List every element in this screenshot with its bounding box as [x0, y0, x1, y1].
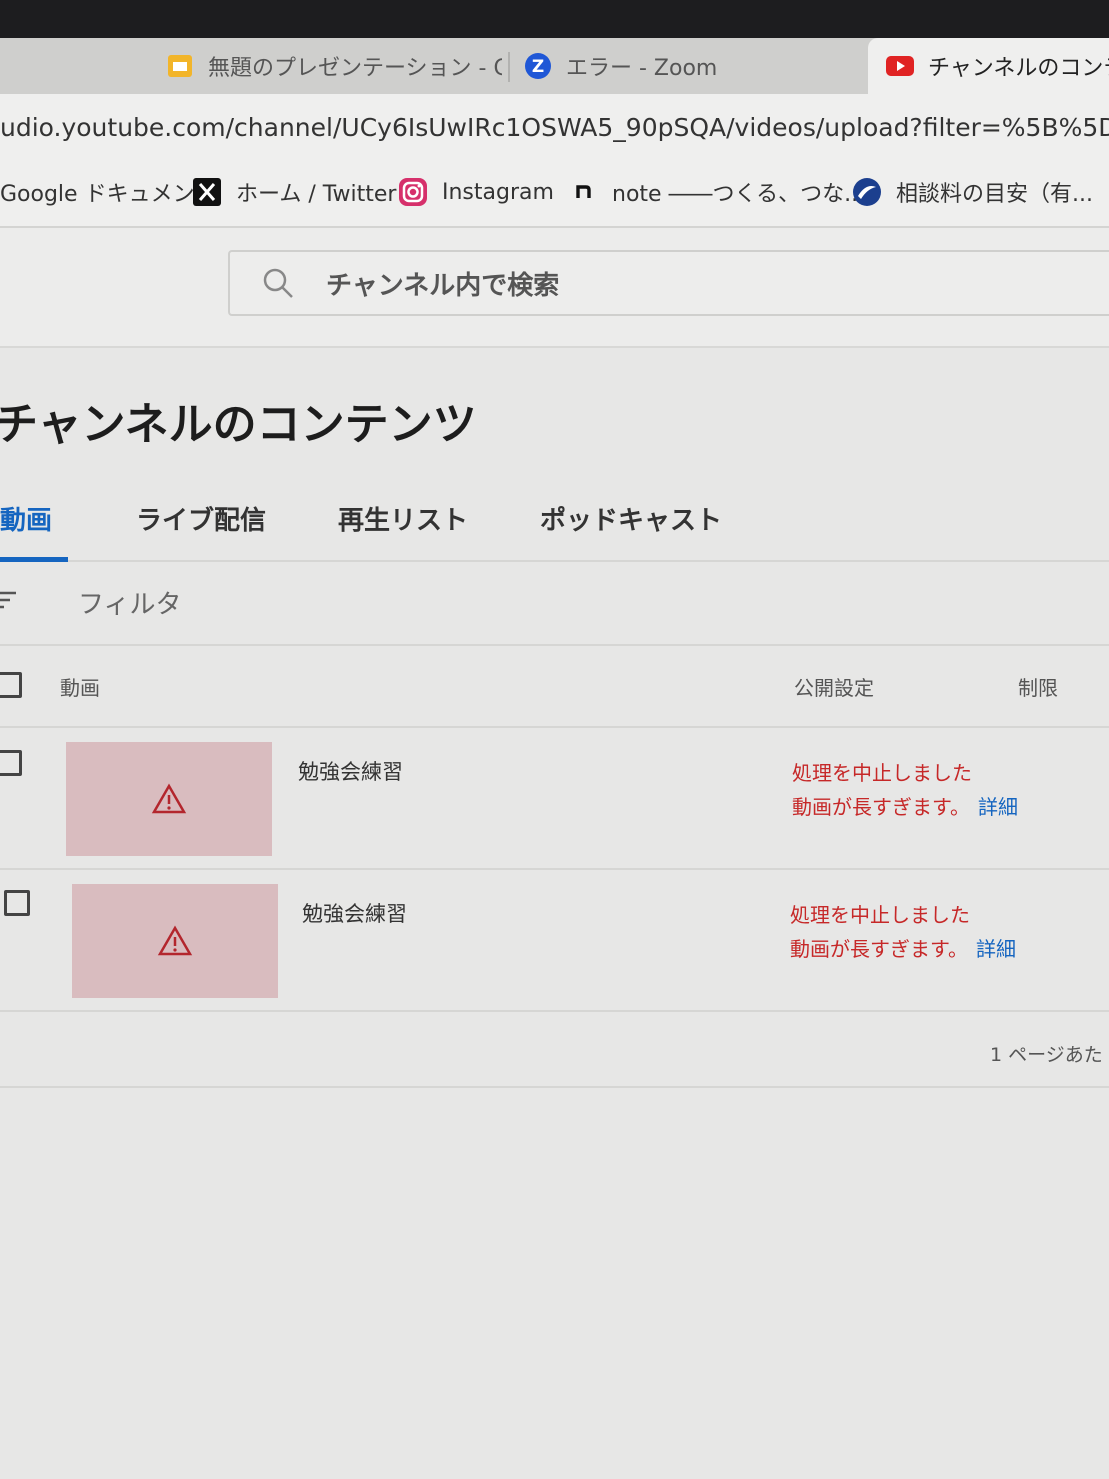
screen-bezel	[0, 0, 1109, 38]
main-content: チャンネルのコンテンツ 動画 ライブ配信 再生リスト ポッドキャスト フィルタ …	[0, 348, 1109, 1479]
instagram-icon	[398, 177, 428, 207]
status-text: 処理を中止しました	[792, 761, 972, 785]
column-header-video: 動画	[60, 676, 100, 700]
processing-status: 処理を中止しました 動画が長すぎます。 詳細	[790, 898, 1016, 966]
browser-tab-strip: 無題のプレゼンテーション - Googl Z エラー - Zoom チャンネルの…	[0, 38, 1109, 94]
column-header-visibility[interactable]: 公開設定	[794, 672, 874, 701]
studio-header: チャンネル内で検索	[0, 228, 1109, 348]
table-row[interactable]: 勉強会練習 処理を中止しました 動画が長すぎます。 詳細	[0, 728, 1109, 870]
note-icon	[568, 177, 598, 207]
address-bar[interactable]: udio.youtube.com/channel/UCy6IsUwIRc1OSW…	[0, 94, 1109, 160]
svg-text:Z: Z	[532, 57, 544, 77]
tab-live[interactable]: ライブ配信	[136, 500, 266, 537]
tab-podcasts[interactable]: ポッドキャスト	[540, 500, 722, 537]
select-all-checkbox[interactable]	[0, 672, 22, 698]
bookmark-label: ホーム / Twitter	[236, 182, 397, 207]
youtube-icon	[886, 52, 914, 80]
tab-separator	[508, 52, 510, 82]
bookmark-label: note ――つくる、つな...	[612, 182, 866, 207]
status-reason: 動画が長すぎます。	[790, 937, 968, 961]
row-checkbox[interactable]	[0, 750, 22, 776]
row-checkbox[interactable]	[4, 890, 30, 916]
browser-tab-slides[interactable]: 無題のプレゼンテーション - Googl	[166, 38, 502, 94]
table-header: 動画 公開設定 制限	[0, 646, 1109, 728]
browser-tab-zoom[interactable]: Z エラー - Zoom	[524, 38, 854, 94]
processing-status: 処理を中止しました 動画が長すぎます。 詳細	[792, 756, 1018, 824]
bookmark-google-docs[interactable]: Google ドキュメント	[0, 174, 217, 210]
details-link[interactable]: 詳細	[976, 937, 1016, 961]
filter-label: フィルタ	[78, 590, 182, 620]
tab-playlists[interactable]: 再生リスト	[338, 500, 468, 537]
table-footer: 1 ページあた	[0, 1006, 1109, 1088]
search-icon	[263, 268, 293, 298]
column-header-restrictions[interactable]: 制限	[1018, 672, 1058, 701]
browser-tab-title: チャンネルのコンテンツ	[928, 56, 1109, 81]
search-placeholder: チャンネル内で検索	[326, 270, 560, 301]
warning-icon	[157, 925, 193, 956]
channel-search-input[interactable]: チャンネル内で検索	[228, 250, 1109, 316]
filter-icon	[0, 591, 16, 609]
table-row[interactable]: 勉強会練習 処理を中止しました 動画が長すぎます。 詳細	[0, 870, 1109, 1012]
content-tabs: 動画 ライブ配信 再生リスト ポッドキャスト	[0, 488, 1109, 562]
url-text: udio.youtube.com/channel/UCy6IsUwIRc1OSW…	[0, 112, 1109, 142]
browser-tab-title: エラー - Zoom	[566, 56, 718, 81]
warning-icon	[151, 783, 187, 814]
bookmark-label: 相談料の目安（有...	[896, 182, 1093, 207]
page-title: チャンネルのコンテンツ	[0, 399, 477, 450]
swoosh-icon	[852, 177, 882, 207]
google-slides-icon	[166, 52, 194, 80]
tab-videos[interactable]: 動画	[0, 500, 52, 537]
browser-tab-youtube-studio[interactable]: チャンネルのコンテンツ	[868, 38, 1109, 94]
bookmark-twitter[interactable]: ホーム / Twitter	[192, 174, 396, 210]
bookmark-label: Instagram	[442, 179, 554, 205]
bookmark-consultation[interactable]: 相談料の目安（有...	[852, 174, 1093, 210]
bookmark-instagram[interactable]: Instagram	[398, 174, 554, 210]
rows-per-page-label: 1 ページあた	[990, 1044, 1103, 1066]
status-reason: 動画が長すぎます。	[792, 795, 970, 819]
details-link[interactable]: 詳細	[978, 795, 1018, 819]
video-title[interactable]: 勉強会練習	[302, 898, 407, 928]
x-icon	[192, 177, 222, 207]
status-text: 処理を中止しました	[790, 903, 970, 927]
video-thumbnail[interactable]	[66, 742, 272, 856]
filter-bar[interactable]: フィルタ	[0, 562, 1109, 646]
bookmark-note[interactable]: note ――つくる、つな...	[568, 174, 865, 210]
video-thumbnail[interactable]	[72, 884, 278, 998]
browser-tab-title: 無題のプレゼンテーション - Googl	[208, 56, 502, 81]
video-title[interactable]: 勉強会練習	[298, 756, 403, 786]
bookmarks-bar: Google ドキュメント ホーム / Twitter Instagram no…	[0, 160, 1109, 228]
zoom-icon: Z	[524, 52, 552, 80]
bookmark-label: Google ドキュメント	[0, 182, 217, 207]
